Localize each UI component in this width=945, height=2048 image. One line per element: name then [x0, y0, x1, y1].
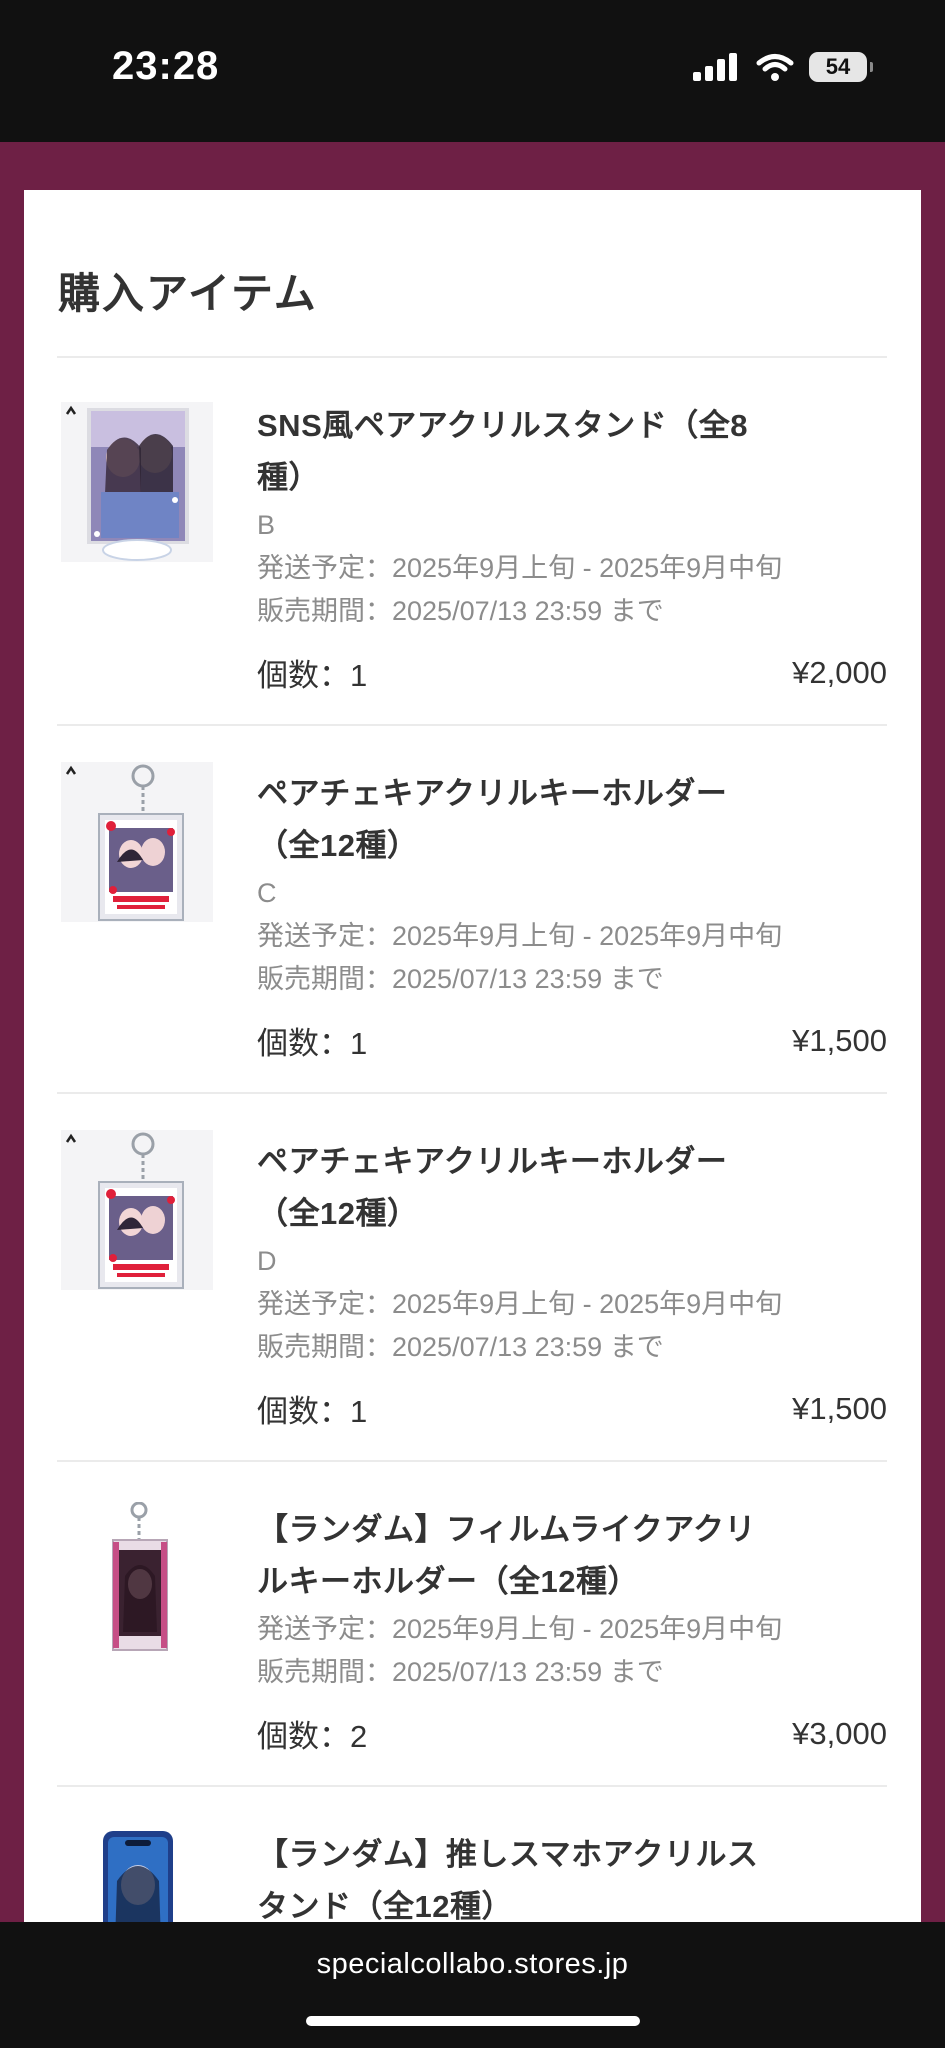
item-info: SNS風ペアアクリルスタンド（全8 種） B 発送予定：2025年9月上旬 - …: [257, 400, 877, 633]
item-quantity: 個数：2: [257, 1719, 368, 1754]
list-item: 【ランダム】推しスマホアクリルス タンド（全12種）: [57, 1787, 887, 1922]
item-thumbnail: [61, 1501, 213, 1652]
item-name-line2: ルキーホルダー（全12種）: [257, 1564, 639, 1599]
item-thumbnail: [61, 1831, 213, 1922]
item-name-line2: タンド（全12種）: [257, 1889, 513, 1922]
item-name[interactable]: 【ランダム】推しスマホアクリルス タンド（全12種）: [257, 1829, 877, 1922]
item-quantity-row: 個数：2 ¥3,000: [257, 1711, 887, 1756]
battery-level: 54: [825, 54, 851, 79]
item-info: ペアチェキアクリルキーホルダー （全12種） D 発送予定：2025年9月上旬 …: [257, 1136, 877, 1369]
item-name[interactable]: ペアチェキアクリルキーホルダー （全12種）: [257, 768, 877, 872]
item-price: ¥1,500: [792, 1022, 887, 1058]
section-title: 購入アイテム: [58, 270, 318, 317]
item-name[interactable]: 【ランダム】フィルムライクアクリ ルキーホルダー（全12種）: [257, 1504, 877, 1608]
item-info: 【ランダム】フィルムライクアクリ ルキーホルダー（全12種） 発送予定：2025…: [257, 1504, 877, 1694]
list-item: SNS風ペアアクリルスタンド（全8 種） B 発送予定：2025年9月上旬 - …: [57, 358, 887, 726]
item-name-line2: （全12種）: [257, 1196, 419, 1231]
item-sales-period: 販売期間：2025/07/13 23:59 まで: [257, 1332, 664, 1362]
item-price: ¥2,000: [792, 654, 887, 690]
item-price: ¥3,000: [792, 1715, 887, 1751]
item-name-line1: 【ランダム】推しスマホアクリルス: [257, 1837, 759, 1872]
film-keychain-photo-icon: [112, 1501, 168, 1651]
item-sales-period: 販売期間：2025/07/13 23:59 まで: [257, 596, 664, 626]
item-quantity-row: 個数：1 ¥2,000: [257, 650, 887, 695]
cellular-signal-icon: [693, 53, 737, 81]
item-name-line1: ペアチェキアクリルキーホルダー: [257, 776, 728, 811]
item-name-line2: （全12種）: [257, 828, 419, 863]
item-variant: C: [257, 878, 277, 908]
item-thumbnail: [61, 762, 213, 922]
item-quantity: 個数：1: [257, 1394, 368, 1429]
status-bar: 23:28 54: [0, 0, 945, 142]
item-shipping: 発送予定：2025年9月上旬 - 2025年9月中旬: [257, 1289, 783, 1319]
item-sales-period: 販売期間：2025/07/13 23:59 まで: [257, 1657, 664, 1687]
home-indicator[interactable]: [306, 2016, 640, 2026]
item-info: 【ランダム】推しスマホアクリルス タンド（全12種）: [257, 1829, 877, 1922]
item-shipping: 発送予定：2025年9月上旬 - 2025年9月中旬: [257, 553, 783, 583]
item-quantity: 個数：1: [257, 658, 368, 693]
item-name-line1: 【ランダム】フィルムライクアクリ: [257, 1512, 757, 1547]
acrylic-keychain-photo-icon: [61, 762, 213, 922]
item-price: ¥1,500: [792, 1390, 887, 1426]
item-info: ペアチェキアクリルキーホルダー （全12種） C 発送予定：2025年9月上旬 …: [257, 768, 877, 1001]
item-thumbnail: [61, 402, 213, 562]
acrylic-keychain-photo-icon: [61, 1130, 213, 1290]
item-shipping: 発送予定：2025年9月上旬 - 2025年9月中旬: [257, 921, 783, 951]
status-time: 23:28: [112, 44, 220, 88]
item-quantity: 個数：1: [257, 1026, 368, 1061]
list-item: ペアチェキアクリルキーホルダー （全12種） D 発送予定：2025年9月上旬 …: [57, 1094, 887, 1462]
item-sales-period: 販売期間：2025/07/13 23:59 まで: [257, 964, 664, 994]
browser-bottom-bar: specialcollabo.stores.jp: [0, 1922, 945, 2048]
battery-icon: 54: [809, 52, 873, 82]
item-variant: B: [257, 510, 276, 540]
list-item: ペアチェキアクリルキーホルダー （全12種） C 発送予定：2025年9月上旬 …: [57, 726, 887, 1094]
item-name-line2: 種）: [257, 460, 320, 495]
acrylic-stand-photo-icon: [61, 402, 213, 562]
item-variant: D: [257, 1246, 277, 1276]
item-list: SNS風ペアアクリルスタンド（全8 種） B 発送予定：2025年9月上旬 - …: [57, 358, 887, 1922]
item-shipping: 発送予定：2025年9月上旬 - 2025年9月中旬: [257, 1614, 783, 1644]
list-item: 【ランダム】フィルムライクアクリ ルキーホルダー（全12種） 発送予定：2025…: [57, 1462, 887, 1787]
wifi-icon: [756, 54, 794, 81]
item-quantity-row: 個数：1 ¥1,500: [257, 1018, 887, 1063]
status-icons: 54: [691, 52, 873, 82]
item-name[interactable]: ペアチェキアクリルキーホルダー （全12種）: [257, 1136, 877, 1240]
item-name[interactable]: SNS風ペアアクリルスタンド（全8 種）: [257, 400, 877, 504]
purchase-items-card: 購入アイテム SNS風ペアアクリルスタンド（全8 種） B 発送予定：2025年…: [24, 190, 921, 1922]
phone-stand-photo-icon: [103, 1831, 173, 1922]
item-quantity-row: 個数：1 ¥1,500: [257, 1386, 887, 1431]
url-display[interactable]: specialcollabo.stores.jp: [0, 1948, 945, 1981]
item-thumbnail: [61, 1130, 213, 1290]
item-name-line1: ペアチェキアクリルキーホルダー: [257, 1144, 728, 1179]
item-name-line1: SNS風ペアアクリルスタンド（全8: [257, 408, 748, 443]
